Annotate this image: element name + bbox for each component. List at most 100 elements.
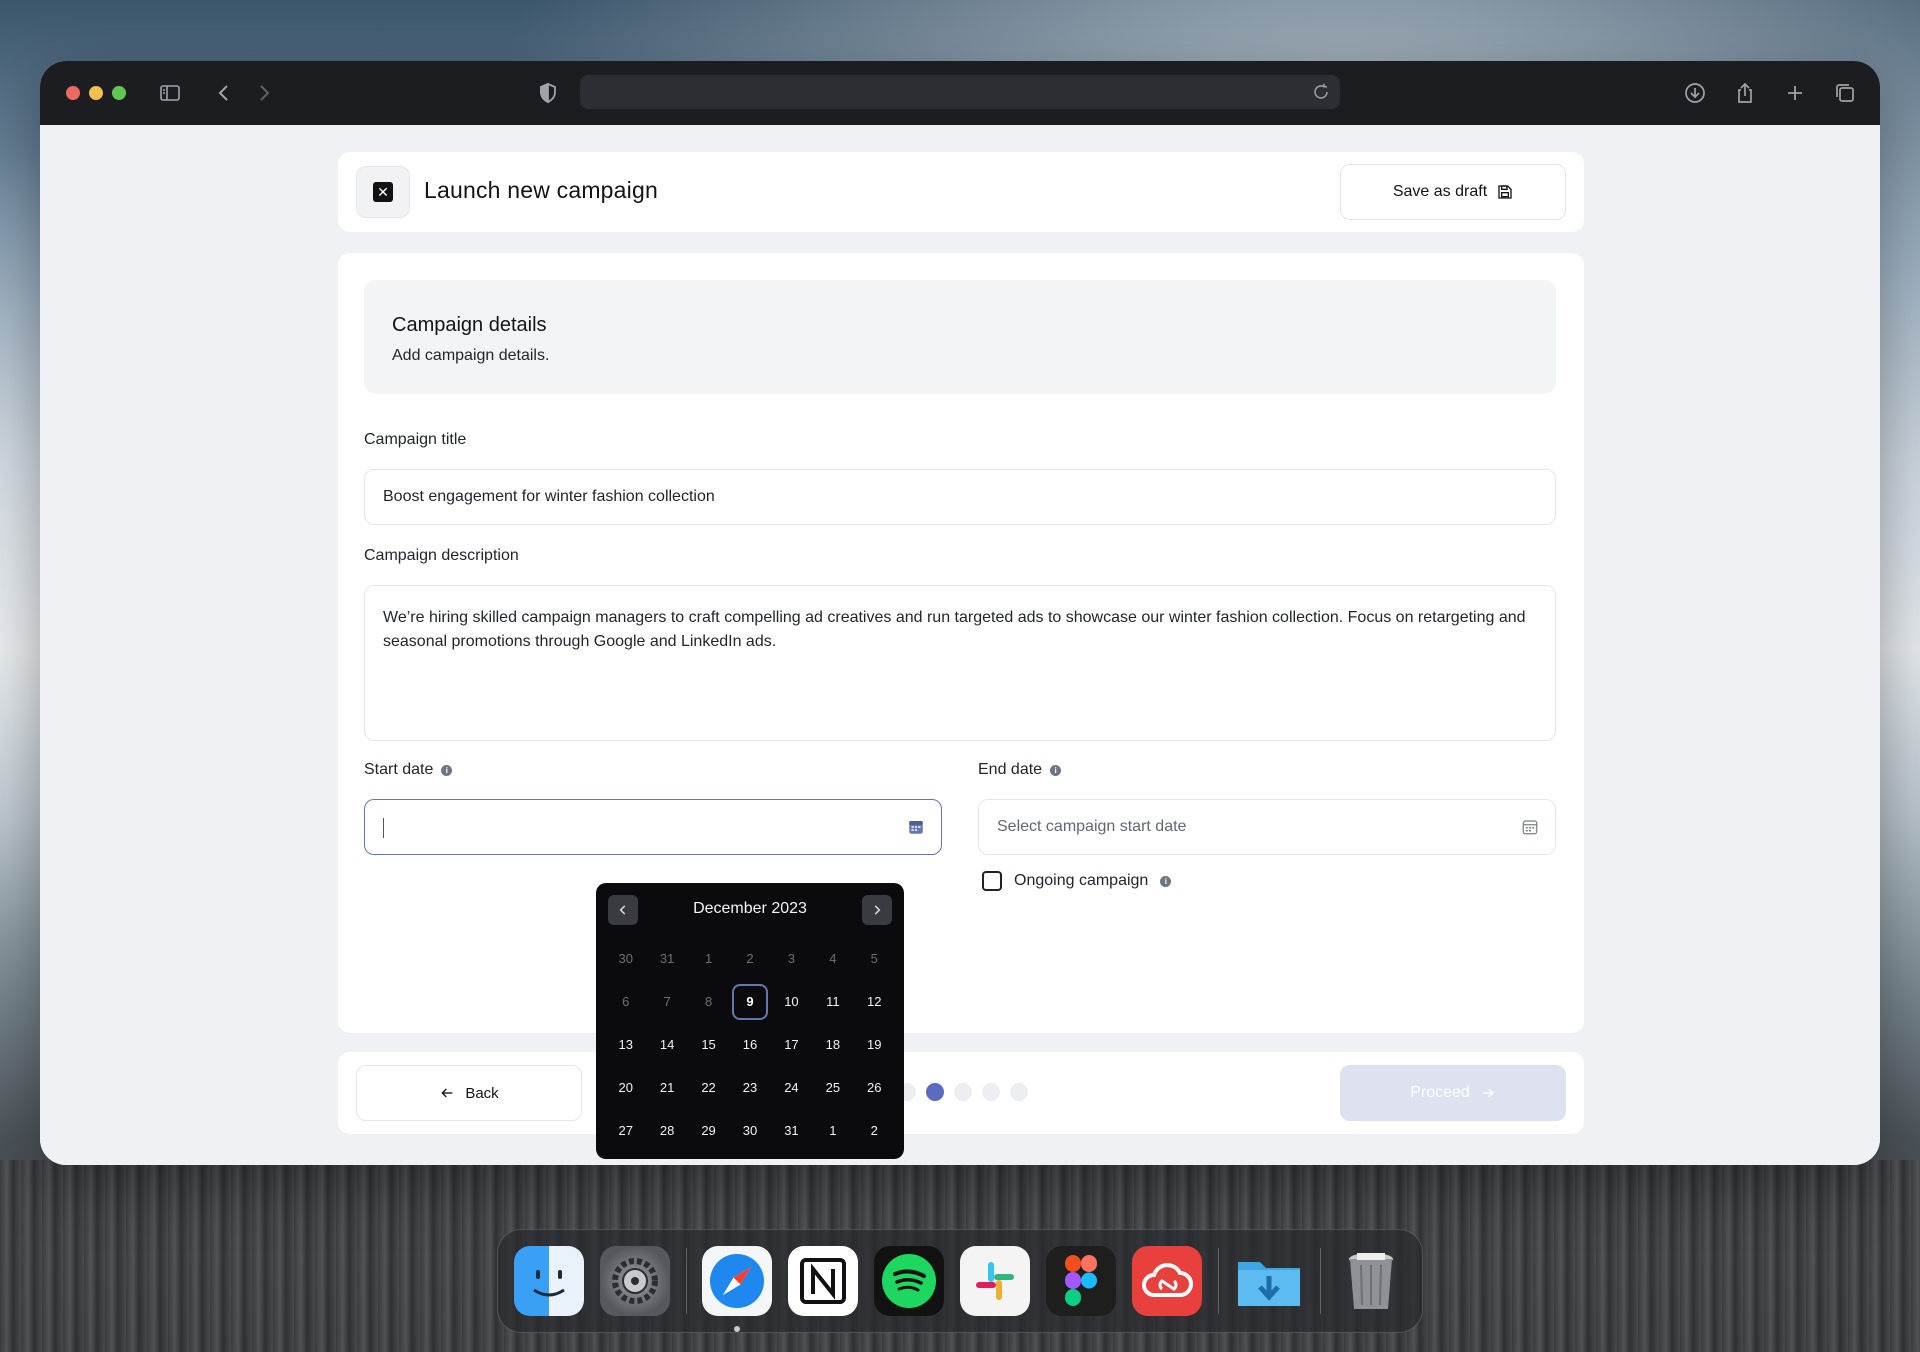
calendar-day[interactable]: 8 [688,980,729,1023]
calendar-day[interactable]: 2 [729,937,770,980]
calendar-day-number: 30 [742,1123,758,1138]
end-date-placeholder: Select campaign start date [997,818,1187,835]
calendar-day[interactable]: 22 [688,1066,729,1109]
info-icon[interactable]: i [1160,875,1172,887]
minimize-window-button[interactable] [89,86,103,100]
calendar-day[interactable]: 13 [605,1023,646,1066]
calendar-day[interactable]: 11 [812,980,853,1023]
tab-overview-icon[interactable] [1833,81,1857,105]
calendar-day[interactable]: 14 [646,1023,687,1066]
close-icon: ✕ [373,182,393,202]
calendar-day-number: 15 [701,1037,716,1052]
calendar-day[interactable]: 26 [854,1066,895,1109]
calendar-day[interactable]: 24 [771,1066,812,1109]
ongoing-campaign-checkbox[interactable] [982,871,1002,891]
end-date-label-text: End date [978,761,1043,778]
calendar-day[interactable]: 19 [854,1023,895,1066]
calendar-day[interactable]: 31 [646,937,687,980]
back-button[interactable]: Back [356,1065,582,1121]
calendar-day[interactable]: 18 [812,1023,853,1066]
chevron-right-icon [874,905,881,915]
share-icon[interactable] [1733,81,1757,105]
calendar-day[interactable]: 5 [854,937,895,980]
calendar-day[interactable]: 3 [771,937,812,980]
notion-icon[interactable] [788,1246,858,1316]
privacy-shield-icon[interactable] [536,81,560,105]
calendar-day[interactable]: 4 [812,937,853,980]
calendar-day[interactable]: 30 [729,1109,770,1152]
system-settings-icon[interactable] [600,1246,670,1316]
calendar-day[interactable]: 25 [812,1066,853,1109]
calendar-day-number: 17 [784,1037,799,1052]
finder-face-glyph [533,1270,565,1297]
calendar-day[interactable]: 16 [729,1023,770,1066]
calendar-day[interactable]: 12 [854,980,895,1023]
proceed-label: Proceed [1410,1084,1470,1101]
back-nav-icon[interactable] [212,81,236,105]
calendar-day[interactable]: 17 [771,1023,812,1066]
safari-icon[interactable] [702,1246,772,1316]
calendar-day[interactable]: 1 [688,937,729,980]
save-draft-button[interactable]: Save as draft [1340,164,1566,220]
campaign-title-input[interactable]: Boost engagement for winter fashion coll… [364,469,1556,525]
calendar-day-number: 5 [870,951,878,966]
calendar-icon[interactable] [1521,818,1539,836]
calendar-day-number: 21 [659,1080,675,1095]
page-content: ✕ Launch new campaign Save as draft Camp… [40,125,1880,1165]
start-date-input[interactable] [364,799,942,855]
close-campaign-button[interactable]: ✕ [356,166,410,218]
zoom-window-button[interactable] [112,86,126,100]
finder-icon[interactable] [514,1246,584,1316]
end-date-input[interactable]: Select campaign start date [978,799,1556,855]
forward-nav-icon[interactable] [252,81,276,105]
folder-download-glyph [1238,1262,1300,1306]
calendar-day[interactable]: 29 [688,1109,729,1152]
close-window-button[interactable] [66,86,80,100]
calendar-day[interactable]: 23 [729,1066,770,1109]
window-controls [66,86,126,100]
figma-icon[interactable] [1046,1246,1116,1316]
calendar-day-number: 14 [659,1037,675,1052]
campaign-title-label-text: Campaign title [364,431,467,448]
next-month-button[interactable] [862,895,892,925]
calendar-day[interactable]: 10 [771,980,812,1023]
calendar-day[interactable]: 30 [605,937,646,980]
calendar-day[interactable]: 27 [605,1109,646,1152]
floppy-disk-icon [1498,185,1512,199]
reload-icon[interactable] [1312,83,1330,101]
calendar-day[interactable]: 31 [771,1109,812,1152]
calendar-day[interactable]: 1 [812,1109,853,1152]
calendar-day[interactable]: 21 [646,1066,687,1109]
info-icon[interactable]: i [1050,764,1062,776]
campaign-title-label: Campaign title [364,431,466,449]
proceed-button[interactable]: Proceed [1340,1065,1566,1121]
calendar-day-number: 4 [829,951,837,966]
campaign-description-label: Campaign description [364,547,519,565]
calendar-day[interactable]: 20 [605,1066,646,1109]
calendar-day[interactable]: 15 [688,1023,729,1066]
calendar-day-number: 20 [618,1080,633,1095]
calendar-day-selected[interactable]: 9 [729,980,770,1023]
campaign-description-textarea[interactable]: We’re hiring skilled campaign managers t… [364,585,1556,741]
sidebar-toggle-icon[interactable] [158,81,182,105]
downloads-folder-icon[interactable] [1234,1246,1304,1316]
calendar-icon[interactable] [907,818,925,836]
calendar-day[interactable]: 6 [605,980,646,1023]
address-bar[interactable] [580,75,1340,109]
calendar-day[interactable]: 2 [854,1109,895,1152]
spotify-icon[interactable] [874,1246,944,1316]
end-date-label: End date i [978,761,1062,779]
section-title: Campaign details [392,314,547,336]
slack-icon[interactable] [960,1246,1030,1316]
calendar-day-number: 11 [826,994,840,1009]
creative-cloud-icon[interactable] [1132,1246,1202,1316]
ongoing-campaign-label: Ongoing campaign [1014,872,1149,889]
new-tab-icon[interactable] [1783,81,1807,105]
downloads-icon[interactable] [1683,81,1707,105]
calendar-day[interactable]: 7 [646,980,687,1023]
trash-icon[interactable] [1336,1246,1406,1316]
info-icon[interactable]: i [441,764,453,776]
spotify-waves-glyph [882,1254,936,1308]
ongoing-campaign-row: Ongoing campaign i [982,871,1172,891]
calendar-day[interactable]: 28 [646,1109,687,1152]
